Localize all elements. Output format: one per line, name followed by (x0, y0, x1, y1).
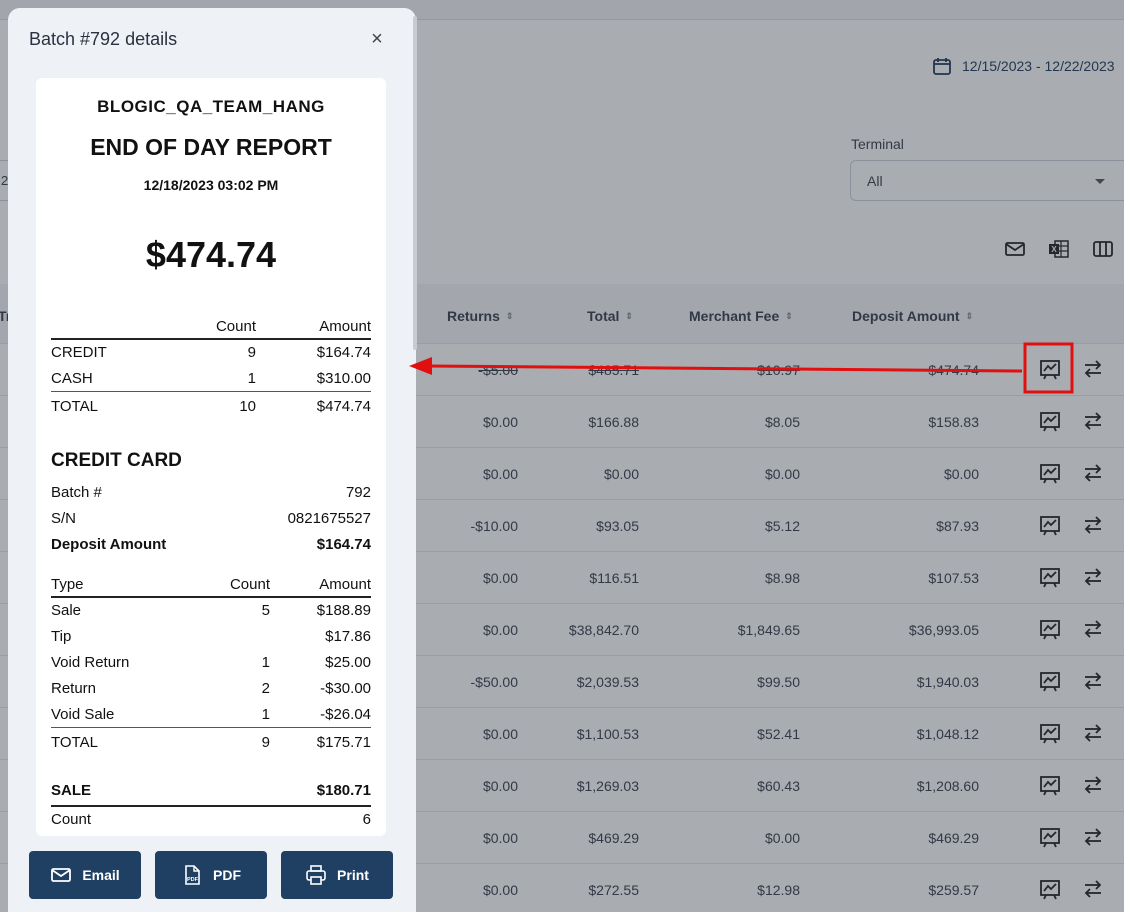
pdf-button-label: PDF (213, 867, 241, 883)
grand-total: $474.74 (145, 234, 277, 275)
batch-number-label: Batch # (51, 484, 102, 501)
type-total-label: TOTAL (51, 734, 98, 751)
pdf-button[interactable]: PDF PDF (155, 851, 267, 899)
deposit-amount-value: $164.74 (316, 536, 371, 553)
type-total-count: 9 (261, 734, 270, 751)
type-row-count: 2 (261, 680, 270, 697)
batch-details-modal: Batch #792 details × BLOGIC_QA_TEAM_HANG… (8, 8, 417, 912)
batch-number-value: 792 (345, 484, 371, 501)
type-total: TOTAL 9 $175.71 (51, 728, 371, 758)
summary-row-count: 1 (247, 370, 256, 387)
credit-card-info: Batch # 792 S/N 0821675527 Deposit Amoun… (51, 480, 371, 558)
summary-table: Count Amount CREDIT 9 $164.74 CASH 1 $31… (51, 314, 371, 422)
email-button[interactable]: Email (29, 851, 141, 899)
sale-count-value: 6 (362, 811, 371, 828)
merchant-name: BLOGIC_QA_TEAM_HANG (97, 97, 325, 116)
modal-title: Batch #792 details (29, 29, 178, 49)
type-row-amount: -$30.00 (320, 680, 371, 697)
batch-number-row: Batch # 792 (51, 480, 371, 506)
type-row-type: Return (51, 680, 97, 697)
report-title: END OF DAY REPORT (90, 134, 332, 160)
type-row-type: Tip (51, 628, 72, 645)
type-row-type: Void Return (51, 654, 130, 671)
printer-icon (306, 865, 326, 885)
summary-row: CASH 1 $310.00 (51, 366, 371, 392)
type-row: Return 2 -$30.00 (51, 676, 371, 702)
type-header-amount: Amount (319, 576, 371, 593)
scrollbar[interactable] (413, 16, 417, 350)
type-row: Void Sale 1 -$26.04 (51, 702, 371, 728)
type-table: Type Count Amount Sale 5 $188.89 Tip $17… (51, 572, 371, 758)
sale-count-label: Count (51, 811, 92, 828)
summary-row-label: CREDIT (51, 344, 107, 361)
print-button[interactable]: Print (281, 851, 393, 899)
type-row-count: 5 (261, 602, 270, 619)
type-row: Tip $17.86 (51, 624, 371, 650)
summary-header: Count Amount (51, 314, 371, 340)
email-button-label: Email (82, 867, 120, 883)
report-datetime: 12/18/2023 03:02 PM (143, 177, 279, 193)
sale-count-row: Count 6 (51, 807, 371, 833)
summary-row-amount: $164.74 (316, 344, 371, 361)
type-row-count: 1 (261, 654, 270, 671)
deposit-amount-label: Deposit Amount (51, 536, 167, 553)
sale-section: SALE $180.71 Count 6 (51, 778, 371, 833)
summary-total: TOTAL 10 $474.74 (51, 392, 371, 422)
type-total-amount: $175.71 (316, 734, 371, 751)
serial-number-label: S/N (51, 510, 77, 527)
type-row: Void Return 1 $25.00 (51, 650, 371, 676)
type-row-amount: $25.00 (325, 654, 371, 671)
summary-total-count: 10 (239, 398, 256, 415)
serial-number-value: 0821675527 (287, 510, 371, 527)
type-row-type: Void Sale (51, 706, 115, 723)
pdf-file-icon: PDF (185, 865, 200, 885)
type-row-type: Sale (51, 602, 82, 619)
summary-row-amount: $310.00 (316, 370, 371, 387)
svg-text:PDF: PDF (187, 877, 199, 883)
summary-row: CREDIT 9 $164.74 (51, 340, 371, 366)
receipt: BLOGIC_QA_TEAM_HANG END OF DAY REPORT 12… (36, 78, 386, 836)
type-header: Type Count Amount (51, 572, 371, 598)
summary-total-label: TOTAL (51, 398, 98, 415)
sale-value: $180.71 (316, 782, 371, 799)
summary-row-label: CASH (51, 370, 93, 387)
sale-label: SALE (51, 782, 92, 799)
type-row-amount: $17.86 (325, 628, 371, 645)
type-header-count: Count (229, 576, 270, 593)
sale-row: SALE $180.71 (51, 778, 371, 807)
type-row-amount: -$26.04 (320, 706, 371, 723)
credit-card-title: CREDIT CARD (51, 450, 182, 471)
type-header-type: Type (51, 576, 84, 593)
type-row-amount: $188.89 (316, 602, 371, 619)
type-row: Sale 5 $188.89 (51, 598, 371, 624)
close-icon[interactable]: × (368, 29, 386, 49)
summary-row-count: 9 (247, 344, 256, 361)
type-row-count: 1 (261, 706, 270, 723)
summary-total-amount: $474.74 (316, 398, 371, 415)
summary-header-count: Count (215, 318, 256, 335)
print-button-label: Print (337, 867, 369, 883)
email-icon (51, 868, 72, 882)
summary-header-amount: Amount (319, 318, 371, 335)
deposit-amount-row: Deposit Amount $164.74 (51, 532, 371, 558)
serial-number-row: S/N 0821675527 (51, 506, 371, 532)
